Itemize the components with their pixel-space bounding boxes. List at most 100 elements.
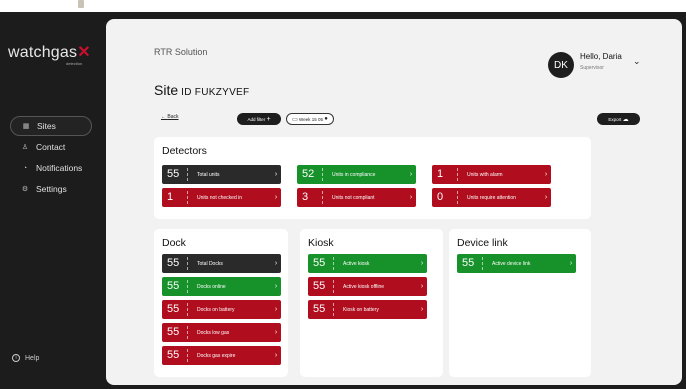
add-filter-label: Add filter (247, 116, 266, 122)
tile-label: Units not compliant (332, 194, 375, 201)
tile-docks-online[interactable]: 55 Docks online › (162, 277, 281, 296)
chevron-right-icon: › (569, 260, 573, 267)
tile-docks-gas-expire[interactable]: 55 Docks gas expire › (162, 346, 281, 365)
tile-total-docks[interactable]: 55 Total Docks › (162, 254, 281, 273)
tile-label: Active device link (492, 260, 531, 267)
bell-icon: ◔ (22, 164, 28, 172)
back-label: Back (167, 114, 179, 120)
chevron-right-icon: › (274, 329, 278, 336)
add-filter-button[interactable]: Add filter + (237, 113, 281, 125)
tile-label: Docks gas expire (197, 352, 236, 359)
sidebar-item-notifications[interactable]: ◔ Notifications (10, 158, 92, 178)
chevron-right-icon: › (274, 171, 278, 178)
device-link-card: Device link 55 Active device link › (449, 229, 591, 377)
logo-text: watchgas (8, 44, 78, 61)
sidebar-item-label: Contact (36, 142, 66, 152)
tile-value: 55 (162, 303, 188, 316)
tile-value: 1 (162, 191, 188, 204)
user-role: Supervisor (580, 65, 604, 71)
tile-value: 3 (297, 191, 323, 204)
tile-value: 55 (162, 280, 188, 293)
logo: watchgas✕ (8, 42, 91, 62)
detectors-title: Detectors (162, 145, 207, 157)
tile-label: Units with alarm (467, 171, 503, 178)
tile-value: 55 (162, 257, 188, 270)
tile-units-not-checked-in[interactable]: 1 Units not checked in › (162, 188, 281, 207)
avatar[interactable]: DK (548, 52, 574, 78)
logo-subtitle: detection (66, 61, 83, 66)
kiosk-title: Kiosk (308, 237, 334, 249)
user-greeting[interactable]: Hello, Daria (580, 52, 622, 61)
tile-kiosk-on-battery[interactable]: 55 Kiosk on battery › (308, 300, 427, 319)
sidebar-item-settings[interactable]: ⚙ Settings (10, 179, 92, 199)
tile-units-not-compliant[interactable]: 3 Units not compliant › (297, 188, 416, 207)
chevron-right-icon: › (274, 352, 278, 359)
tile-value: 55 (308, 257, 334, 270)
site-id: ID FUKZYVEF (181, 87, 250, 98)
tile-docks-low-gas[interactable]: 55 Docks low gas › (162, 323, 281, 342)
tile-value: 0 (432, 191, 458, 204)
tile-label: Total Docks (197, 260, 223, 267)
tile-label: Docks on battery (197, 306, 235, 313)
tile-value: 55 (308, 280, 334, 293)
device-link-title: Device link (457, 237, 508, 249)
tile-label: Docks low gas (197, 329, 230, 336)
main-panel: RTR Solution Site ID FUKZYVEF DK Hello, D… (106, 19, 682, 385)
cloud-icon: ☁ (622, 116, 629, 123)
tile-label: Kiosk on battery (343, 306, 379, 313)
chevron-right-icon: › (544, 194, 548, 201)
tile-label: Total units (197, 171, 220, 178)
dock-title: Dock (162, 237, 186, 249)
chevron-right-icon: › (420, 260, 424, 267)
sidebar-item-label: Notifications (36, 163, 83, 173)
tile-value: 55 (457, 257, 483, 270)
tile-label: Docks online (197, 283, 226, 290)
tile-value: 55 (162, 168, 188, 181)
chevron-right-icon: › (274, 306, 278, 313)
chevron-right-icon: › (274, 260, 278, 267)
tile-active-kiosk[interactable]: 55 Active kiosk › (308, 254, 427, 273)
tile-active-kiosk-offline[interactable]: 55 Active kiosk offline › (308, 277, 427, 296)
plus-icon: + (266, 115, 271, 123)
chevron-down-icon[interactable]: ⌄ (633, 56, 641, 67)
date-filter-label: Week 15 05 (299, 116, 323, 122)
tile-value: 52 (297, 168, 323, 181)
chevron-right-icon: › (544, 171, 548, 178)
sidebar-item-contact[interactable]: ♙ Contact (10, 137, 92, 157)
chevron-right-icon: › (420, 306, 424, 313)
tile-label: Units in compliance (332, 171, 376, 178)
tile-total-units[interactable]: 55 Total units › (162, 165, 281, 184)
chevron-right-icon: › (274, 194, 278, 201)
tile-docks-on-battery[interactable]: 55 Docks on battery › (162, 300, 281, 319)
tile-active-device-link[interactable]: 55 Active device link › (457, 254, 576, 273)
tile-units-require-attention[interactable]: 0 Units require attention › (432, 188, 551, 207)
tile-label: Active kiosk (343, 260, 370, 267)
sidebar-item-sites[interactable]: ▦ Sites (10, 116, 92, 136)
chevron-right-icon: › (409, 171, 413, 178)
tile-label: Active kiosk offline (343, 283, 385, 290)
tile-value: 55 (308, 303, 334, 316)
back-link[interactable]: ← Back (161, 114, 179, 120)
chevron-right-icon: › (409, 194, 413, 201)
tile-label: Units require attention (467, 194, 516, 201)
close-icon[interactable]: ● (324, 116, 328, 122)
tile-value: 55 (162, 326, 188, 339)
gear-icon: ⚙ (21, 186, 29, 193)
page-title: Site ID FUKZYVEF (154, 82, 249, 98)
kiosk-card: Kiosk 55 Active kiosk › 55 Active kiosk … (300, 229, 443, 377)
window-handle (78, 0, 84, 8)
export-button[interactable]: Export ☁ (597, 113, 640, 125)
tile-units-in-compliance[interactable]: 52 Units in compliance › (297, 165, 416, 184)
help-link[interactable]: i Help (12, 354, 39, 362)
site-label: Site (154, 82, 179, 98)
date-filter-chip[interactable]: ▭ Week 15 05 ● (286, 113, 334, 125)
logo-mark-icon: ✕ (77, 44, 91, 61)
sidebar: watchgas✕ detection ▦ Sites ♙ Contact ◔ … (0, 12, 105, 389)
grid-icon: ▦ (22, 123, 30, 130)
detectors-card: Detectors 55 Total units › 52 Units in c… (154, 137, 591, 219)
info-icon: i (12, 354, 20, 362)
dock-card: Dock 55 Total Docks › 55 Docks online › … (154, 229, 288, 377)
sidebar-item-label: Sites (37, 121, 56, 131)
user-icon: ♙ (21, 144, 29, 151)
tile-units-with-alarm[interactable]: 1 Units with alarm › (432, 165, 551, 184)
